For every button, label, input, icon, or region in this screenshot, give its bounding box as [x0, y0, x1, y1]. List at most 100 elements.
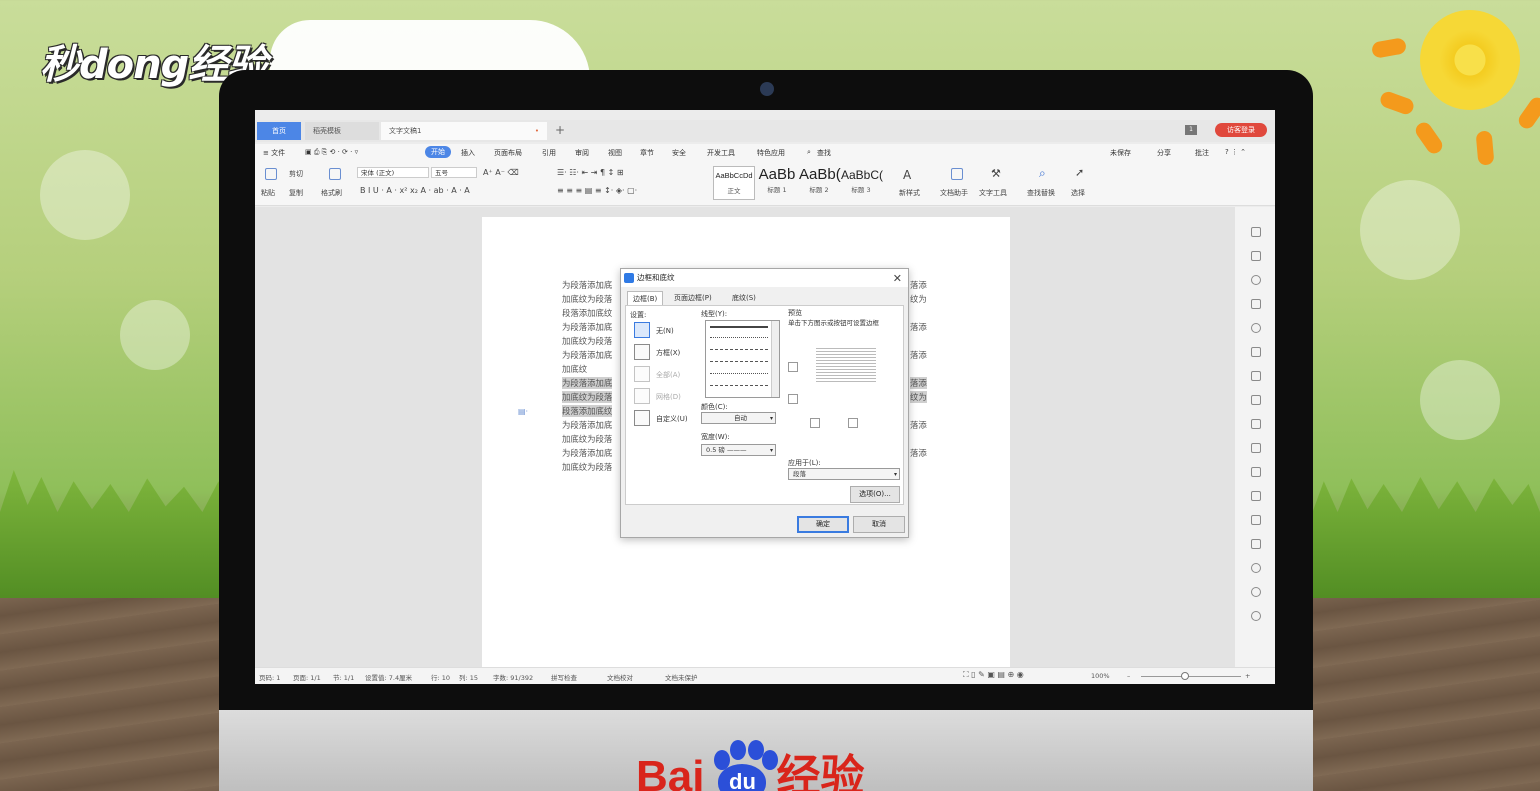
- login-button[interactable]: 访客登录: [1215, 123, 1267, 137]
- zoom-slider-thumb[interactable]: [1181, 672, 1189, 680]
- tab-document[interactable]: 文字文稿1 •: [381, 122, 547, 140]
- tab-border[interactable]: 边框(B): [627, 291, 664, 305]
- left-border-button[interactable]: [810, 418, 820, 428]
- setting-custom[interactable]: 自定义(U): [656, 414, 688, 424]
- cut-button[interactable]: 剪切: [289, 169, 303, 179]
- style-heading-2[interactable]: AaBb( 标题 2: [799, 166, 841, 200]
- line-style-scrollbar[interactable]: [771, 321, 779, 397]
- line-style-item[interactable]: [710, 349, 768, 350]
- new-style-button[interactable]: 新样式: [899, 188, 920, 198]
- brush-icon[interactable]: [329, 168, 341, 180]
- pointer-icon[interactable]: [1251, 251, 1261, 261]
- setting-box[interactable]: 方框(X): [656, 348, 680, 358]
- download-icon[interactable]: [1251, 563, 1261, 573]
- zoom-out-icon[interactable]: –: [1127, 672, 1130, 680]
- menu-item-security[interactable]: 安全: [672, 148, 686, 158]
- font-size-icons[interactable]: A⁺ A⁻ ⌫: [483, 168, 519, 177]
- border-preview[interactable]: [816, 348, 876, 382]
- style-heading-1[interactable]: AaBb 标题 1: [757, 166, 797, 200]
- document-icon[interactable]: [1251, 443, 1261, 453]
- setting-none[interactable]: 无(N): [656, 326, 674, 336]
- style-normal[interactable]: AaBbCcDd 正文: [713, 166, 755, 200]
- menu-item-view[interactable]: 视图: [608, 148, 622, 158]
- window-count-badge[interactable]: 1: [1185, 125, 1197, 135]
- copy-button[interactable]: 复制: [289, 188, 303, 198]
- share-icon[interactable]: [1251, 491, 1261, 501]
- proofread-button[interactable]: 文档校对: [607, 672, 633, 682]
- style-heading-3[interactable]: AaBbC( 标题 3: [841, 166, 883, 200]
- unsaved-status[interactable]: 未保存: [1110, 148, 1131, 158]
- new-style-icon[interactable]: A: [903, 168, 911, 182]
- apply-to-select[interactable]: 段落 ▾: [788, 468, 900, 480]
- menu-search[interactable]: 查找: [817, 148, 831, 158]
- select-icon[interactable]: ➚: [1075, 166, 1084, 179]
- paragraph-mark-icon[interactable]: ▤·: [518, 407, 528, 416]
- search-icon[interactable]: ⌕: [807, 148, 811, 157]
- tab-close-icon[interactable]: •: [535, 122, 539, 140]
- format-painter-button[interactable]: 格式刷: [321, 188, 342, 198]
- tab-home[interactable]: 首页: [257, 122, 301, 140]
- setting-none-icon[interactable]: [634, 322, 650, 338]
- comment-button[interactable]: 批注: [1195, 148, 1209, 158]
- help-icon[interactable]: ? ⋮ ⌃: [1225, 148, 1246, 156]
- bottom-border-button[interactable]: [788, 394, 798, 404]
- zoom-in-icon[interactable]: +: [1245, 672, 1250, 680]
- print-icon[interactable]: [1251, 515, 1261, 525]
- new-tab-button[interactable]: +: [555, 123, 565, 137]
- image-icon[interactable]: [1251, 539, 1261, 549]
- tab-page-border[interactable]: 页面边框(P): [669, 291, 717, 305]
- list-icon[interactable]: [1251, 419, 1261, 429]
- spell-check-button[interactable]: 拼写检查: [551, 672, 577, 682]
- share-button[interactable]: 分享: [1157, 148, 1171, 158]
- color-select[interactable]: 自动 ▾: [701, 412, 776, 424]
- font-name-select[interactable]: 宋体 (正文): [357, 167, 429, 178]
- tab-template[interactable]: 稻壳模板: [305, 122, 379, 140]
- zoom-slider[interactable]: [1141, 676, 1241, 677]
- setting-custom-icon[interactable]: [634, 410, 650, 426]
- shapes-icon[interactable]: [1251, 299, 1261, 309]
- line-style-item[interactable]: [710, 385, 768, 386]
- line-style-list[interactable]: [705, 320, 780, 398]
- paste-icon[interactable]: [265, 168, 277, 180]
- menu-item-insert[interactable]: 插入: [461, 148, 475, 158]
- menu-item-features[interactable]: 特色应用: [757, 148, 785, 158]
- top-border-button[interactable]: [788, 362, 798, 372]
- menu-item-chapter[interactable]: 章节: [640, 148, 654, 158]
- ok-button[interactable]: 确定: [797, 516, 849, 533]
- edit-icon[interactable]: [1251, 227, 1261, 237]
- menu-item-devtools[interactable]: 开发工具: [707, 148, 735, 158]
- find-replace-button[interactable]: 查找替换: [1027, 188, 1055, 198]
- chart-icon[interactable]: [1251, 395, 1261, 405]
- user-icon[interactable]: [1251, 323, 1261, 333]
- font-size-select[interactable]: 五号: [431, 167, 477, 178]
- line-style-item[interactable]: [710, 361, 768, 362]
- text-tool-button[interactable]: 文字工具: [979, 188, 1007, 198]
- protect-status[interactable]: 文档未保护: [665, 672, 698, 682]
- zoom-level[interactable]: 100%: [1091, 672, 1110, 680]
- wrench-icon[interactable]: ⚒: [991, 167, 1001, 180]
- options-button[interactable]: 选项(O)...: [850, 486, 900, 503]
- menu-item-references[interactable]: 引用: [542, 148, 556, 158]
- doc-helper-icon[interactable]: [951, 168, 963, 180]
- help-circle-icon[interactable]: [1251, 611, 1261, 621]
- menu-file[interactable]: ≡ 文件: [263, 148, 285, 158]
- table-icon[interactable]: [1251, 347, 1261, 357]
- menu-item-home[interactable]: 开始: [425, 146, 451, 158]
- close-icon[interactable]: ✕: [893, 270, 902, 288]
- tab-shading[interactable]: 底纹(S): [727, 291, 761, 305]
- menu-item-review[interactable]: 审阅: [575, 148, 589, 158]
- line-style-item[interactable]: [710, 373, 768, 374]
- export-icon[interactable]: [1251, 467, 1261, 477]
- line-style-item[interactable]: [710, 337, 768, 338]
- doc-helper-button[interactable]: 文档助手: [940, 188, 968, 198]
- find-replace-icon[interactable]: ⌕: [1039, 166, 1046, 181]
- history-icon[interactable]: [1251, 587, 1261, 597]
- right-border-button[interactable]: [848, 418, 858, 428]
- quick-access-icons[interactable]: ▣ ⎙ ⎘ ⟲ · ⟳ · ▿: [305, 148, 358, 157]
- grid-icon[interactable]: [1251, 371, 1261, 381]
- menu-item-layout[interactable]: 页面布局: [494, 148, 522, 158]
- width-select[interactable]: 0.5 磅 ——— ▾: [701, 444, 776, 456]
- cancel-button[interactable]: 取消: [853, 516, 905, 533]
- select-button[interactable]: 选择: [1071, 188, 1085, 198]
- text-format-icons[interactable]: B I U · A · x² x₂ A · ab · A · A: [360, 186, 470, 195]
